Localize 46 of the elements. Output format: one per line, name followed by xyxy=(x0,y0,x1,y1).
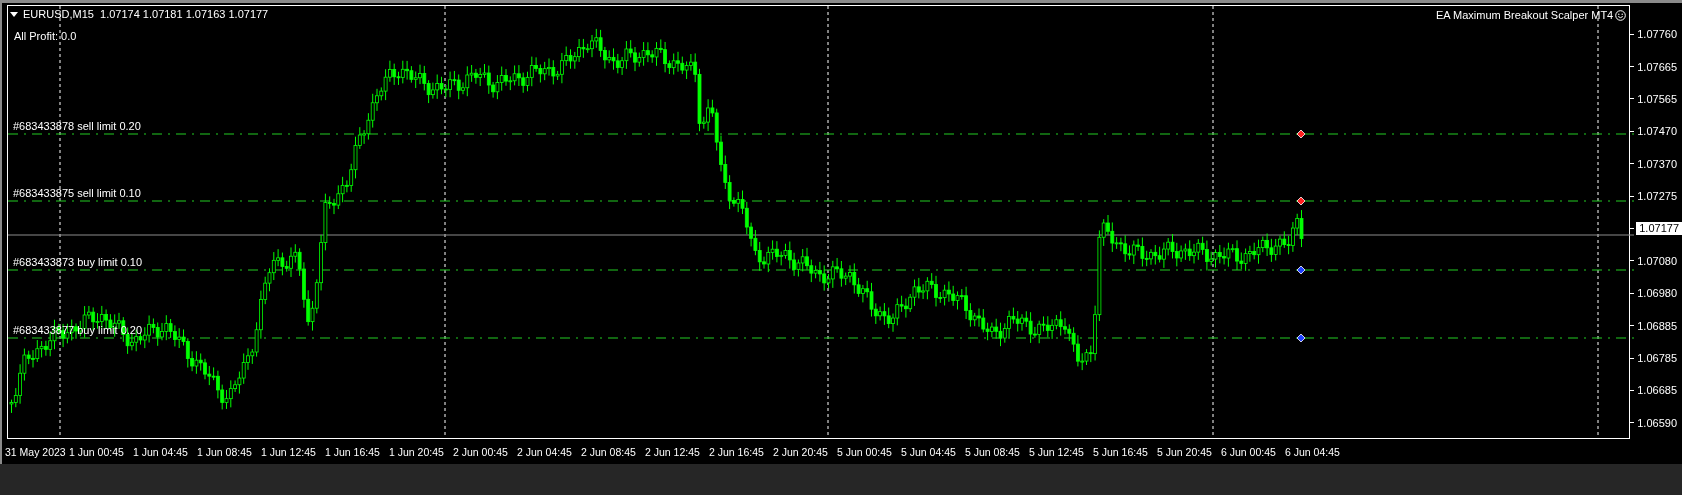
smiley-icon xyxy=(1615,10,1627,21)
dropdown-triangle-icon[interactable] xyxy=(10,12,18,17)
order-marker-icon xyxy=(1296,265,1306,275)
price-axis-label: 1.07760 xyxy=(1637,28,1677,41)
expert-name: EA Maximum Breakout Scalper MT4 xyxy=(1435,9,1614,22)
order-label: #683433878 sell limit 0.20 xyxy=(13,120,141,133)
time-axis-label: 5 Jun 04:45 xyxy=(901,445,957,458)
price-axis-label: 1.07565 xyxy=(1637,92,1677,105)
time-axis-label: 1 Jun 16:45 xyxy=(325,445,381,458)
profit-label: All Profit: 0.0 xyxy=(14,30,77,43)
price-axis-label: 1.07665 xyxy=(1637,60,1677,73)
price-axis-label: 1.07370 xyxy=(1637,157,1677,170)
time-axis-label: 1 Jun 00:45 xyxy=(69,445,125,458)
time-axis-label: 5 Jun 20:45 xyxy=(1157,445,1213,458)
time-axis-label: 6 Jun 00:45 xyxy=(1221,445,1277,458)
order-label: #683433873 buy limit 0.10 xyxy=(13,256,143,269)
price-axis-label: 1.07275 xyxy=(1637,190,1677,203)
price-axis-label: 1.06590 xyxy=(1637,416,1677,429)
current-price-tag: 1.07177 xyxy=(1636,222,1682,236)
price-axis-label: 1.06885 xyxy=(1637,319,1677,332)
order-marker-icon xyxy=(1296,129,1306,139)
price-axis-label: 1.06785 xyxy=(1637,352,1677,365)
time-axis-label: 1 Jun 20:45 xyxy=(389,445,445,458)
time-axis-label: 1 Jun 04:45 xyxy=(133,445,189,458)
price-axis-label: 1.07470 xyxy=(1637,125,1677,138)
time-axis-label: 5 Jun 16:45 xyxy=(1093,445,1149,458)
time-axis-label: 5 Jun 00:45 xyxy=(837,445,893,458)
price-axis-label: 1.06980 xyxy=(1637,287,1677,300)
chart-symbol-quotes: EURUSD,M15 1.07174 1.07181 1.07163 1.07177 xyxy=(23,8,269,21)
time-axis-label: 6 Jun 04:45 xyxy=(1285,445,1341,458)
price-axis-label: 1.06685 xyxy=(1637,384,1677,397)
time-axis-label: 2 Jun 12:45 xyxy=(645,445,701,458)
time-axis-label: 31 May 2023 xyxy=(5,445,67,458)
time-axis-label: 5 Jun 08:45 xyxy=(965,445,1021,458)
time-axis-label: 1 Jun 08:45 xyxy=(197,445,253,458)
time-axis-label: 2 Jun 00:45 xyxy=(453,445,509,458)
order-label: #683433875 sell limit 0.10 xyxy=(13,187,141,200)
order-marker-icon xyxy=(1296,333,1306,343)
time-axis-label: 2 Jun 04:45 xyxy=(517,445,573,458)
order-marker-icon xyxy=(1296,196,1306,206)
time-axis-label: 1 Jun 12:45 xyxy=(261,445,317,458)
time-axis-label: 2 Jun 08:45 xyxy=(581,445,637,458)
time-axis-label: 5 Jun 12:45 xyxy=(1029,445,1085,458)
time-axis-label: 2 Jun 16:45 xyxy=(709,445,765,458)
time-axis-label: 2 Jun 20:45 xyxy=(773,445,829,458)
price-axis-label: 1.07080 xyxy=(1637,254,1677,267)
